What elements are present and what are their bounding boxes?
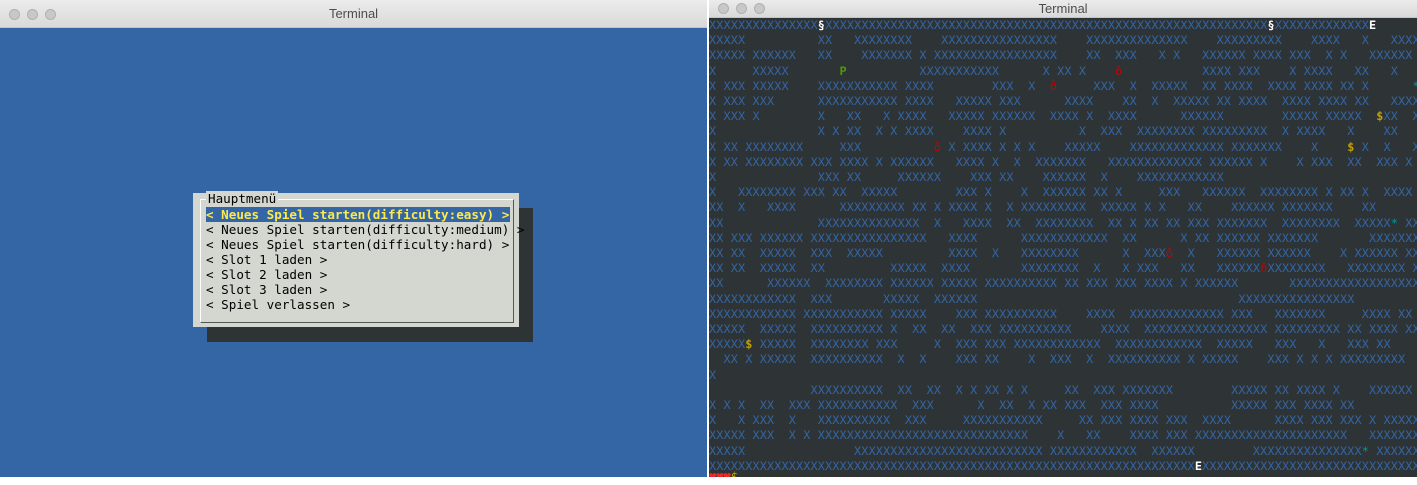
menu-item-new-game-medium[interactable]: < Neues Spiel starten(difficulty:medium)…	[206, 222, 524, 237]
maze-row: XXXXX XX XXXXXXXX XXXXXXXXXXXXXXXX XXXXX…	[709, 33, 1417, 48]
maze-row: X X X XX X X XXXX XXXX X X XXX XXXXXXXX …	[709, 124, 1398, 139]
game-screen: XXXXXXXXXXXXXXX§XXXXXXXXXXXXXXXXXXXXXXXX…	[709, 18, 1417, 477]
maze-row: XX XXXXXXXXXXXXXX X XXXX XX XXXXXXXX XX …	[709, 215, 1417, 230]
maze-row: X XXXXXXXX XXX XX XXXXX XXX X X XXXXXX X…	[709, 185, 1413, 200]
menu-item-new-game-easy[interactable]: < Neues Spiel starten(difficulty:easy) >	[206, 207, 511, 222]
menu-item-new-game-hard[interactable]: < Neues Spiel starten(difficulty:hard) >	[206, 237, 509, 252]
money-indicator: $	[730, 470, 738, 477]
maze-row: XXXXXXXXXXXX XXX XXXXX XXXXXX XXXXXXXXXX…	[709, 291, 1355, 306]
item-marker: *	[1390, 215, 1398, 230]
maze-row: X	[709, 367, 717, 382]
coin-marker: $	[745, 337, 753, 352]
maze-map: XXXXXXXXXXXXXXX§XXXXXXXXXXXXXXXXXXXXXXXX…	[709, 18, 1417, 474]
item-marker: *	[1361, 443, 1369, 458]
maze-row: XX XXXXXX XXXXXXXX XXXXXX XXXXX XXXXXXXX…	[709, 276, 1417, 291]
maze-row: X XXX XXX XXXXXXXXXXX XXXX XXXXX XXX XXX…	[709, 94, 1417, 109]
maze-row: XX XXX XXXXXX XXXXXXXXXXXXXXXX XXXX XXXX…	[709, 230, 1417, 245]
maze-row: X XXX XX XXXXXX XXX XX XXXXXX X XXXXXXXX…	[709, 170, 1224, 185]
maze-row: XXXXX XXX X X XXXXXXXXXXXXXXXXXXXXXXXXXX…	[709, 428, 1417, 443]
menu-item-load-slot-1[interactable]: < Slot 1 laden >	[206, 252, 327, 267]
coin-marker: $	[1376, 109, 1384, 124]
maze-row: X XXX X X XX X XXXX XXXXX XXXXXX XXXX X …	[709, 109, 1417, 124]
window-title: Terminal	[328, 6, 379, 21]
maze-row: XX XX XXXXX XX XXXXX XXXX XXXXXXXX X X X…	[709, 261, 1417, 276]
terminal-window-menu: Terminal Hauptmenü < Neues Spiel starten…	[0, 0, 707, 477]
exit-marker: E	[1194, 458, 1203, 473]
main-menu-dialog: Hauptmenü < Neues Spiel starten(difficul…	[193, 191, 524, 327]
maze-row: XXXXX XXXXX XXXXXXXXXX X XX XX XXX XXXXX…	[709, 322, 1417, 337]
maze-row: X X X XX XXX XXXXXXXXXXX XXX X XX X XX X…	[709, 398, 1355, 413]
coin-marker: $	[1347, 139, 1355, 154]
dialog-title: Hauptmenü	[206, 191, 279, 206]
flag-marker: §	[1267, 18, 1275, 32]
item-marker: *	[1413, 79, 1417, 93]
terminal-window-game: Terminal XXXXXXXXXXXXXXX§XXXXXXXXXXXXXXX…	[709, 0, 1417, 477]
maze-row: X XXXXX P XXXXXXXXXXX X XX X ô XXXX XXX …	[709, 63, 1399, 78]
flag-marker: §	[817, 18, 826, 32]
maze-row: X XXX XXXXX XXXXXXXXXXX XXXX XXX X ô XXX…	[709, 79, 1417, 94]
title-bar[interactable]: Terminal	[709, 0, 1417, 18]
enemy-marker: ô	[933, 139, 942, 154]
maze-row: XX X XXXX XXXXXXXXX XX X XXXX X X XXXXXX…	[709, 200, 1377, 215]
maze-row: XXXXXXXXXXXXXXXXXXXXXXXXXXXXXXXXXXXXXXXX…	[709, 458, 1417, 473]
maze-row: XXXXXXXXXXXX XXXXXXXXXXX XXXXX XXX XXXXX…	[709, 306, 1413, 321]
maze-row: X XX XXXXXXXX XXX XXXX X XXXXXX XXXX X X…	[709, 154, 1413, 169]
menu-item-load-slot-3[interactable]: < Slot 3 laden >	[206, 282, 327, 297]
status-line: ♥♥♥$	[709, 470, 738, 477]
menu-item-load-slot-2[interactable]: < Slot 2 laden >	[206, 267, 327, 282]
enemy-marker: ô	[1115, 63, 1123, 78]
maze-row: XXXXX XXXXXXXXXXXXXXXXXXXXXXXXXX XXXXXXX…	[709, 443, 1417, 458]
maze-row: XXXXX$ XXXXX XXXXXXXX XXX X XXX XXX XXXX…	[709, 337, 1391, 352]
enemy-marker: ô	[1260, 261, 1268, 276]
maze-row: XX X XXXXX XXXXXXXXXX X X XXX XX X XXX X…	[709, 352, 1417, 367]
maze-row: X X XXX X XXXXXXXXXX XXX XXXXXXXXXXX XX …	[709, 413, 1417, 428]
maze-row: XXXXXXXXXXXXXXX§XXXXXXXXXXXXXXXXXXXXXXXX…	[709, 18, 1377, 32]
menu-item-quit[interactable]: < Spiel verlassen >	[206, 297, 350, 312]
maze-row: X XX XXXXXXXX XXX ô X XXXX X X X XXXXX X…	[709, 139, 1417, 154]
maze-row: XXXXX XXXXXX XX XXXXXXX X XXXXXXXXXXXXXX…	[709, 48, 1417, 63]
lives-hearts: ♥♥♥	[709, 470, 731, 477]
maze-row: XX XX XXXXX XXX XXXXX XXXX X XXXXXXXX X …	[709, 246, 1417, 261]
maze-row: XXXXXXXXXX XX XX X X XX X X XX XXX XXXXX…	[709, 382, 1417, 397]
title-bar[interactable]: Terminal	[0, 0, 707, 28]
player-marker: P	[839, 63, 847, 78]
exit-marker: E	[1369, 18, 1377, 32]
window-title: Terminal	[1038, 1, 1088, 16]
enemy-marker: ô	[1165, 246, 1174, 261]
enemy-marker: ô	[1049, 78, 1058, 93]
